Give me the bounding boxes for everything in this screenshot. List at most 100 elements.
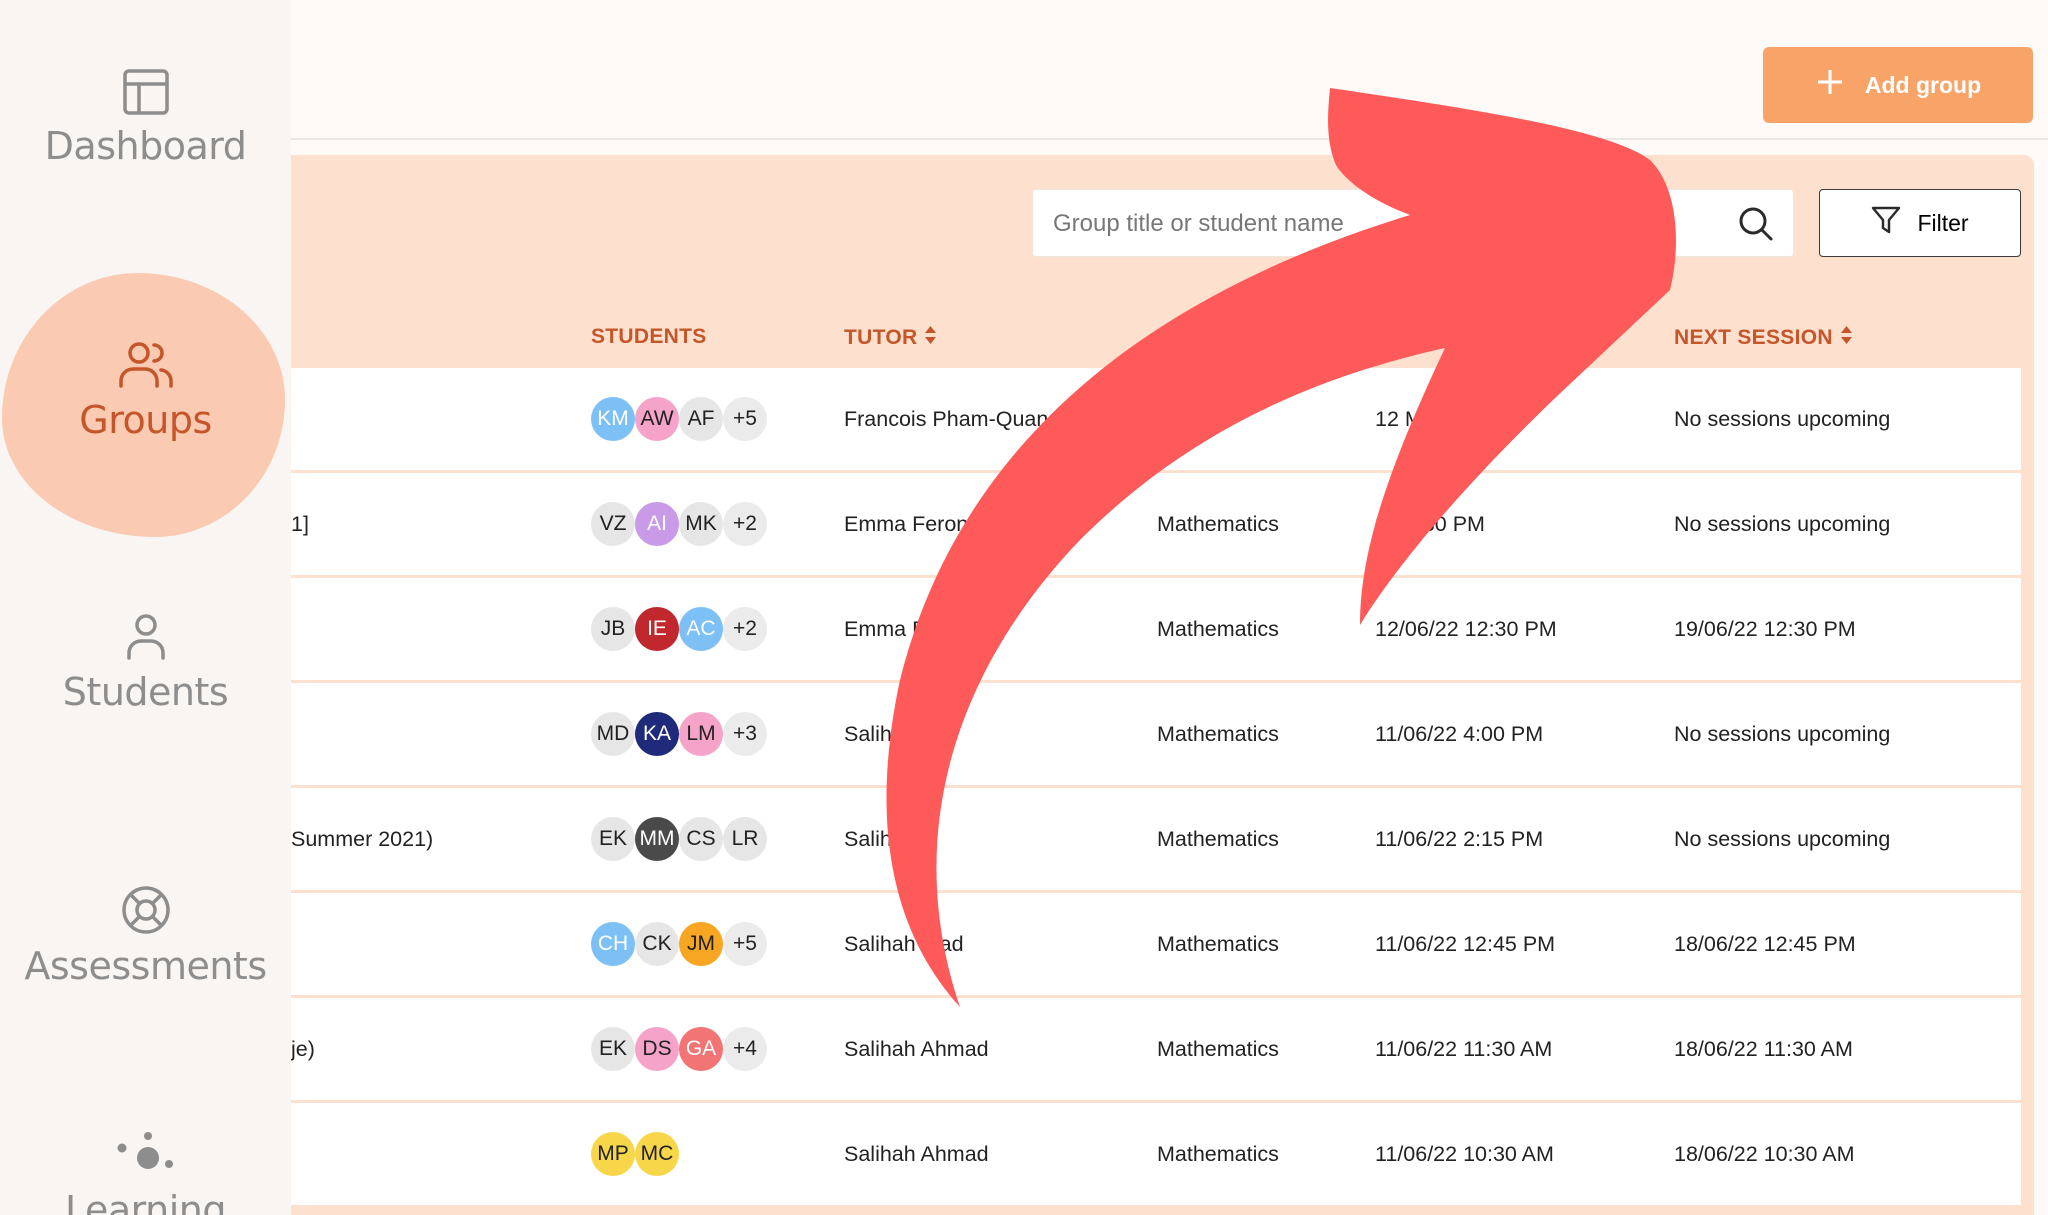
tutor-name: Salihah Ahmad (844, 1036, 989, 1061)
table-row[interactable]: 1] VZ AI MK +2 Emma Ferone Mathematics 22 3:30 … (291, 473, 2021, 578)
avatar: AW (635, 397, 679, 441)
next-session: No sessions upcoming (1674, 406, 1891, 431)
student-avatars: EK DS GA +4 (591, 998, 767, 1100)
next-session: No sessions upcoming (1674, 826, 1891, 851)
assessments-icon (120, 884, 172, 936)
subject: Mathematics (1157, 1036, 1279, 1061)
column-header-subject[interactable]: S (1157, 325, 1171, 349)
sidebar-item-students[interactable]: Students (0, 612, 291, 714)
student-avatars: MP MC (591, 1103, 679, 1205)
avatar: MC (635, 1132, 679, 1176)
sort-icon[interactable] (1840, 325, 1853, 351)
more-students-badge: +5 (723, 397, 767, 441)
last-session: 11/06/22 11:30 AM (1375, 1036, 1553, 1061)
avatar: MP (591, 1132, 635, 1176)
search-placeholder: Group title or student name (1053, 210, 1344, 237)
table-row[interactable]: MD KA LM +3 Salihah Mathematics 11/06/22 4:00 … (291, 683, 2021, 788)
last-session: 12 M (1375, 406, 1423, 431)
tutor-name: Salihah (844, 721, 916, 746)
last-session: 11/06/22 10:30 AM (1375, 1141, 1554, 1166)
next-session: 18/06/22 11:30 AM (1674, 1036, 1853, 1061)
tutor-name: Salihah Ahmad (844, 1141, 989, 1166)
sort-icon[interactable] (924, 325, 937, 351)
avatar: IE (635, 607, 679, 651)
table-row[interactable]: MP MC Salihah Ahmad Mathematics 11/06/22 10:… (291, 1103, 2021, 1208)
column-header-label: STUDENTS (591, 325, 707, 348)
tutor-name: Emma Ferone (844, 511, 981, 536)
last-session: 22 3:30 PM (1375, 511, 1485, 536)
avatar: JB (591, 607, 635, 651)
tutor-name: Saliha ad (844, 826, 934, 851)
tutor-name: Francois Pham-Quang (844, 406, 1061, 431)
sidebar-item-learning[interactable]: Learning (0, 1130, 291, 1215)
avatar: CK (635, 922, 679, 966)
subject: Mathematics (1157, 721, 1279, 746)
subject: Mathematics (1157, 931, 1279, 956)
avatar: LM (679, 712, 723, 756)
avatar: KA (635, 712, 679, 756)
more-students-badge: +2 (723, 607, 767, 651)
table-row[interactable]: JB IE AC +2 Emma Fer Mathematics 12/06/22 12:3… (291, 578, 2021, 683)
subject: es (1157, 406, 1180, 431)
next-session: 18/06/22 12:45 PM (1674, 931, 1856, 956)
last-session: 11/06/22 12:45 PM (1375, 931, 1556, 956)
sidebar-item-assessments[interactable]: Assessments (0, 884, 291, 988)
avatar: AF (679, 397, 723, 441)
search-input[interactable]: Group title or student name (1032, 189, 1794, 257)
column-header-label: NEXT SESSION (1674, 326, 1833, 349)
subject: Mathematics (1157, 616, 1279, 641)
avatar: CH (591, 922, 635, 966)
table-row[interactable]: Summer 2021) EK MM CS LR Saliha ad Mathematics… (291, 788, 2021, 893)
table-row[interactable]: CH CK JM +5 Salihah mad Mathematics 11/06/22 1… (291, 893, 2021, 998)
subject: Mathematics (1157, 826, 1279, 851)
student-avatars: CH CK JM +5 (591, 893, 767, 995)
avatar: VZ (591, 502, 635, 546)
avatar: MK (679, 502, 723, 546)
sidebar-item-dashboard[interactable]: Dashboard (0, 68, 291, 168)
plus-icon (1815, 67, 1845, 103)
avatar: EK (591, 817, 635, 861)
more-students-badge: +3 (723, 712, 767, 756)
add-group-label: Add group (1864, 71, 1982, 98)
dashboard-icon (122, 68, 170, 116)
search-icon[interactable] (1737, 205, 1775, 248)
filter-label: Filter (1917, 209, 1969, 236)
app-window: Dashboard Groups Students Assessments Le (0, 0, 2048, 1215)
sidebar-item-label: Students (62, 670, 229, 714)
last-session: 11/06/22 4:00 PM (1375, 721, 1544, 746)
avatar: MM (635, 817, 679, 861)
last-session: 11/06/22 2:15 PM (1375, 826, 1544, 851)
more-students-badge: +5 (723, 922, 767, 966)
avatar: CS (679, 817, 723, 861)
student-avatars: KM AW AF +5 (591, 368, 767, 470)
tutor-name: Emma Fer (844, 616, 945, 641)
more-students-badge: +4 (723, 1027, 767, 1071)
add-group-button[interactable]: Add group (1763, 47, 2033, 123)
student-avatars: VZ AI MK +2 (591, 473, 767, 575)
next-session: 18/06/22 10:30 AM (1674, 1141, 1855, 1166)
avatar: LR (723, 817, 767, 861)
column-header-next-session[interactable]: NEXT SESSION (1674, 325, 1853, 351)
avatar: KM (591, 397, 635, 441)
column-header-label: TUTOR (844, 326, 918, 349)
table-row[interactable]: je) EK DS GA +4 Salihah Ahmad Mathematics 11/06… (291, 998, 2021, 1103)
sidebar-item-groups[interactable]: Groups (0, 340, 291, 442)
group-title: Summer 2021) (291, 826, 434, 851)
more-students-badge: +2 (723, 502, 767, 546)
student-icon (122, 612, 170, 662)
subject: Mathematics (1157, 1141, 1279, 1166)
column-header-tutor[interactable]: TUTOR (844, 325, 937, 351)
avatar: EK (591, 1027, 635, 1071)
avatar: AC (679, 607, 723, 651)
group-title: je) (291, 1036, 315, 1061)
avatar: DS (635, 1027, 679, 1071)
subject: Mathematics (1157, 511, 1279, 536)
table-row[interactable]: KM AW AF +5 Francois Pham-Quang es 12 M No sess… (291, 368, 2021, 473)
tutor-name: Salihah mad (844, 931, 964, 956)
groups-table: KM AW AF +5 Francois Pham-Quang es 12 M No sess… (291, 368, 2021, 1208)
column-header-students: STUDENTS (591, 325, 707, 349)
avatar: JM (679, 922, 723, 966)
sidebar-item-label: Assessments (24, 944, 267, 988)
next-session: No sessions upcoming (1674, 721, 1891, 746)
filter-button[interactable]: Filter (1819, 189, 2021, 257)
